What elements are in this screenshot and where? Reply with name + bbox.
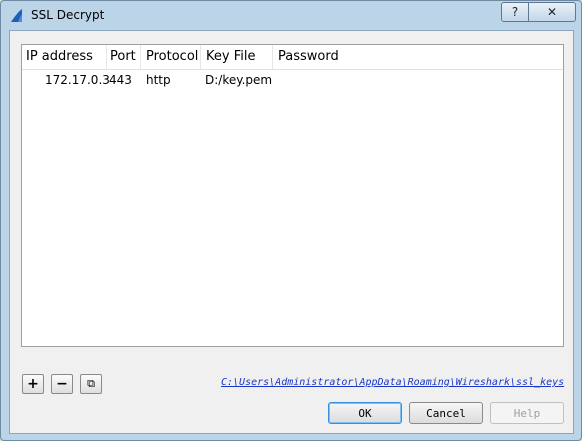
column-header-protocol[interactable]: Protocol [146, 49, 198, 64]
column-divider[interactable] [272, 45, 273, 69]
help-button-label: Help [513, 406, 541, 420]
column-header-port[interactable]: Port [110, 49, 136, 64]
dialog-body: IP address Port Protocol Key File Passwo… [9, 30, 574, 434]
titlebar-help-button[interactable]: ? [501, 2, 529, 22]
cell-ip-address[interactable]: 172.17.0.3 [45, 73, 110, 87]
copy-icon: ⧉ [87, 377, 95, 390]
help-button[interactable]: Help [490, 402, 564, 424]
column-divider[interactable] [106, 45, 107, 69]
wireshark-fin-icon [11, 9, 22, 22]
ssl-decrypt-dialog: SSL Decrypt ? ✕ IP address Port Protocol… [0, 0, 582, 441]
column-header-ip[interactable]: IP address [26, 49, 93, 64]
column-divider[interactable] [140, 45, 141, 69]
plus-icon: + [27, 376, 39, 392]
question-icon: ? [511, 5, 519, 19]
cell-key-file[interactable]: D:/key.pem [205, 73, 272, 87]
table-header: IP address Port Protocol Key File Passwo… [22, 45, 563, 70]
column-header-password[interactable]: Password [278, 49, 339, 64]
ssl-keys-table[interactable]: IP address Port Protocol Key File Passwo… [21, 44, 564, 347]
add-entry-button[interactable]: + [22, 374, 44, 394]
cell-port[interactable]: 443 [109, 73, 132, 87]
cancel-button[interactable]: Cancel [409, 402, 483, 424]
ok-button-label: OK [358, 406, 372, 420]
cell-protocol[interactable]: http [146, 73, 171, 87]
column-header-key-file[interactable]: Key File [206, 49, 255, 64]
title-bar[interactable]: SSL Decrypt ? ✕ [1, 1, 581, 29]
remove-entry-button[interactable]: − [51, 374, 73, 394]
close-icon: ✕ [546, 5, 558, 19]
titlebar-close-button[interactable]: ✕ [528, 2, 576, 22]
minus-icon: − [56, 376, 68, 392]
cancel-button-label: Cancel [426, 406, 466, 420]
ssl-keys-path-link[interactable]: C:\Users\Administrator\AppData\Roaming\W… [221, 377, 564, 388]
copy-entry-button[interactable]: ⧉ [80, 374, 102, 394]
ok-button[interactable]: OK [328, 402, 402, 424]
window-title: SSL Decrypt [31, 8, 105, 22]
column-divider[interactable] [200, 45, 201, 69]
